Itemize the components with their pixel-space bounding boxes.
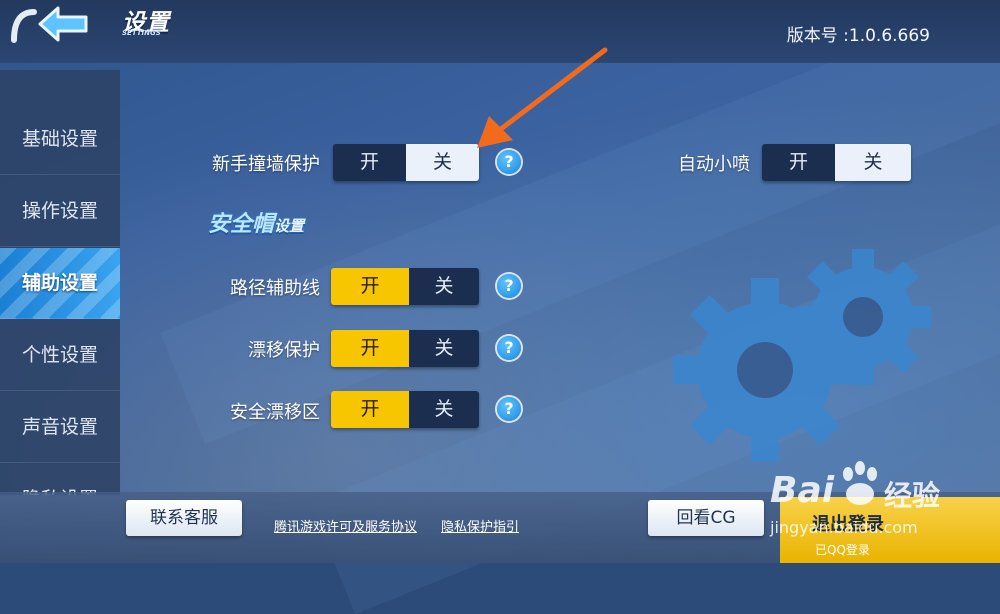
auto-nitro-label: 自动小喷 [678, 154, 750, 175]
help-icon[interactable]: ? [497, 274, 521, 298]
novice-wall-on[interactable]: 开 [333, 144, 406, 181]
watermark-brand: Bai [770, 470, 835, 511]
path-guide-toggle: 开 关 [331, 268, 479, 305]
auto-nitro-on[interactable]: 开 [762, 144, 835, 181]
replay-cg-button[interactable]: 回看CG [648, 500, 764, 536]
auto-nitro-toggle: 开 关 [762, 144, 911, 181]
sidebar-item-assist[interactable]: 辅助设置 [0, 248, 120, 319]
baidu-paw-icon [843, 461, 877, 505]
back-button[interactable] [8, 4, 90, 44]
help-icon[interactable]: ? [497, 336, 521, 360]
safe-drift-zone-on[interactable]: 开 [331, 391, 409, 428]
safe-drift-zone-off[interactable]: 关 [409, 391, 479, 428]
auto-nitro-off[interactable]: 关 [835, 144, 911, 181]
sidebar-item-sound[interactable]: 声音设置 [0, 392, 120, 463]
sidebar-item-privacy[interactable]: 隐私设置 [0, 464, 120, 495]
drift-protect-off[interactable]: 关 [409, 330, 479, 367]
drift-protect-on[interactable]: 开 [331, 330, 409, 367]
contact-support-button[interactable]: 联系客服 [126, 500, 242, 536]
drift-protect-toggle: 开 关 [331, 330, 479, 367]
arrow-annotation-icon [477, 47, 608, 148]
path-guide-label: 路径辅助线 [230, 278, 320, 299]
sidebar-item-basic[interactable]: 基础设置 [0, 104, 120, 175]
watermark-brand2: 经验 [884, 479, 941, 512]
gear-icon [673, 249, 931, 462]
sidebar-item-personal[interactable]: 个性设置 [0, 320, 120, 391]
drift-protect-label: 漂移保护 [248, 340, 320, 361]
page-subtitle: SETTINGS [122, 29, 161, 37]
section-title-main: 安全帽 [208, 212, 275, 237]
novice-wall-label: 新手撞墙保护 [212, 154, 320, 175]
path-guide-on[interactable]: 开 [331, 268, 409, 305]
path-guide-off[interactable]: 关 [409, 268, 479, 305]
settings-sidebar: 基础设置 操作设置 辅助设置 个性设置 声音设置 隐私设置 [0, 70, 120, 495]
section-title-suffix: 设置 [274, 217, 305, 235]
section-title: 安全帽设置 [208, 206, 304, 238]
help-icon[interactable]: ? [497, 397, 521, 421]
sidebar-item-controls[interactable]: 操作设置 [0, 176, 120, 247]
privacy-link[interactable]: 隐私保护指引 [441, 516, 519, 535]
version-label: 版本号 :1.0.6.669 [786, 26, 930, 46]
license-link[interactable]: 腾讯游戏许可及服务协议 [274, 516, 417, 535]
safe-drift-zone-toggle: 开 关 [331, 391, 479, 428]
watermark-url: jingyan.baidu.com [770, 518, 918, 537]
safe-drift-zone-label: 安全漂移区 [230, 402, 320, 423]
back-arrow-icon [11, 6, 88, 43]
baidu-watermark: Bai 经验 jingyan.baidu.com [770, 452, 1000, 552]
